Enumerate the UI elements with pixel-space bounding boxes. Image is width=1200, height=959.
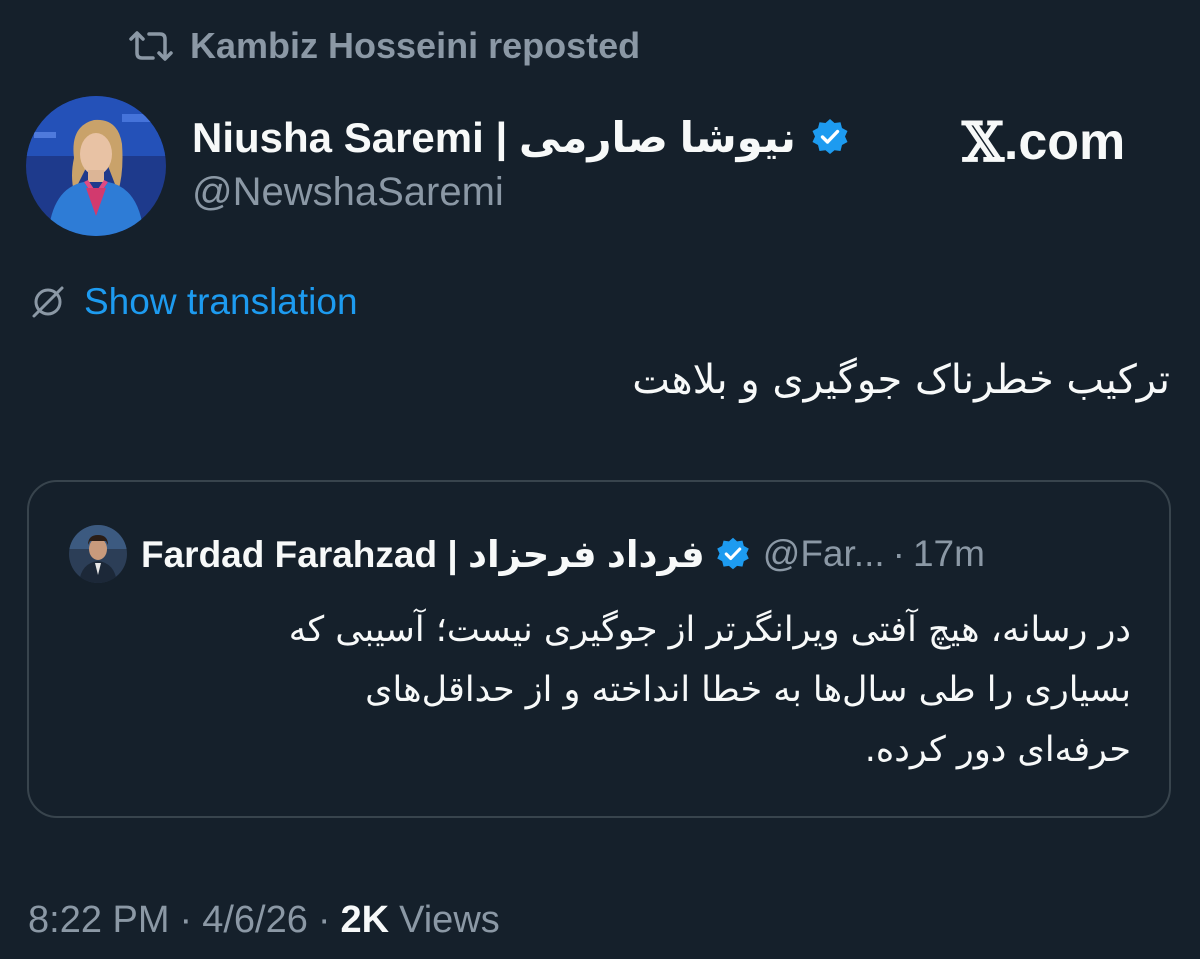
show-translation-link[interactable]: Show translation (28, 278, 358, 326)
author-name-row[interactable]: Niusha Saremi | نیوشا صارمی (192, 110, 850, 164)
xcom-watermark: 𝕏 .com (962, 110, 1125, 174)
show-translation-label: Show translation (84, 281, 358, 322)
quoted-tweet-card[interactable]: Fardad Farahzad | فرداد فرحزاد @Far... ·… (27, 480, 1171, 818)
author-name[interactable]: Niusha Saremi | نیوشا صارمی (192, 113, 796, 162)
meta-separator: · (179, 898, 193, 941)
views-label: Views (399, 898, 500, 941)
views-count: 2K (340, 898, 390, 941)
globe-translate-icon (28, 282, 68, 322)
quoted-tweet-text: در رسانه، هیچ آفتی ویرانگرتر از جوگیری ن… (71, 600, 1131, 780)
quoted-header-separator: · (892, 533, 905, 574)
quoted-text-line: در رسانه، هیچ آفتی ویرانگرتر از جوگیری ن… (288, 610, 1131, 650)
tweet-text: ترکیب خطرناک جوگیری و بلاهت (632, 357, 1170, 403)
tweet-meta: 8:22 PM · 4/6/26 · 2K Views (28, 895, 500, 945)
repost-label: Kambiz Hosseini reposted (190, 25, 641, 66)
repost-icon (128, 29, 174, 63)
author-handle[interactable]: @NewshaSaremi (192, 170, 504, 215)
watermark-domain: .com (1003, 113, 1126, 171)
verified-badge-icon[interactable] (715, 536, 751, 572)
meta-separator: · (317, 898, 331, 941)
quoted-tweet-timestamp[interactable]: 17m (913, 533, 985, 575)
verified-badge-icon[interactable] (810, 117, 850, 157)
tweet-time[interactable]: 8:22 PM (28, 899, 170, 942)
quoted-author-name[interactable]: Fardad Farahzad | فرداد فرحزاد (141, 533, 705, 576)
quoted-text-line: بسیاری را طی سال‌ها به خطا انداخته و از … (365, 670, 1131, 710)
quoted-author-handle[interactable]: @Far... (763, 533, 885, 575)
repost-header[interactable]: Kambiz Hosseini reposted (128, 22, 640, 70)
quoted-text-line: حرفه‌ای دور کرده. (864, 730, 1131, 770)
x-logo-icon: 𝕏 (962, 110, 1004, 174)
tweet-date[interactable]: 4/6/26 (202, 899, 308, 942)
quoted-author-avatar[interactable] (69, 525, 127, 583)
quoted-tweet-header: Fardad Farahzad | فرداد فرحزاد @Far... ·… (69, 524, 985, 584)
author-avatar[interactable] (26, 96, 166, 236)
